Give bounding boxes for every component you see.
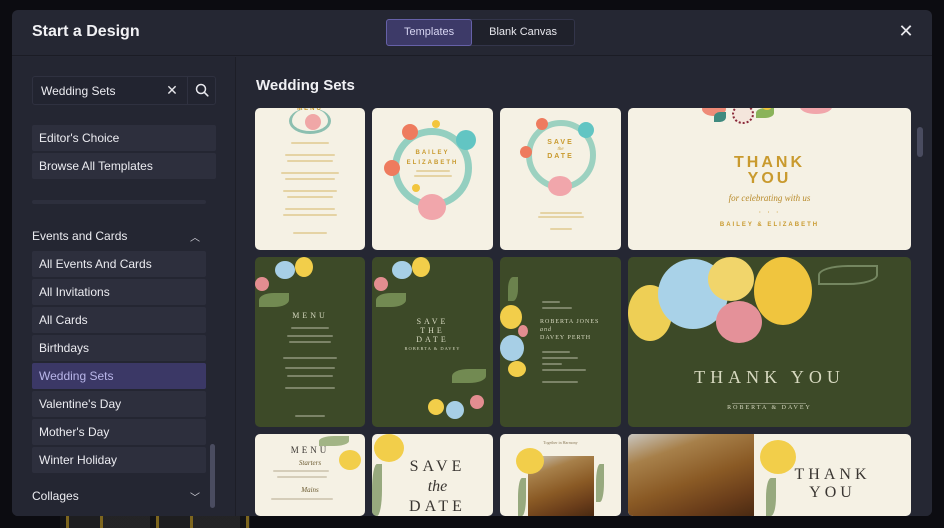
tab-blank-canvas[interactable]: Blank Canvas — [472, 20, 574, 45]
search-icon — [195, 83, 209, 97]
card-heading: MENU — [292, 311, 328, 320]
card-subheading: ELIZABETH — [406, 160, 459, 166]
sidebar-scrollbar[interactable] — [210, 444, 215, 508]
card-names: BAILEY & ELIZABETH — [719, 222, 820, 228]
card-third-line: DATE — [409, 498, 466, 515]
card-small: the — [557, 147, 564, 152]
chevron-down-icon: ﹀ — [190, 493, 200, 504]
card-subheading: DATE — [547, 153, 574, 160]
card-subheading: the — [427, 478, 448, 495]
template-grid: MENU BAILEY ELIZABETH SAVE the DATE THAN… — [255, 108, 911, 516]
card-script: Starters — [298, 459, 322, 467]
modal-title: Start a Design — [32, 23, 140, 40]
card-script: for celebrating with us — [728, 193, 811, 203]
sidebar-item-all-events-and-cards[interactable]: All Events And Cards — [32, 251, 206, 277]
template-card[interactable]: MENU Starters Mains — [255, 434, 365, 516]
card-heading: SAVE — [409, 458, 466, 475]
tab-templates[interactable]: Templates — [386, 19, 473, 46]
section-collages[interactable]: Collages ﹀ — [32, 489, 206, 509]
modal-header: Start a Design Templates Blank Canvas ✕ — [12, 10, 932, 56]
close-icon[interactable]: ✕ — [164, 82, 180, 100]
background-content — [60, 514, 250, 528]
template-card[interactable]: MENU — [255, 257, 365, 427]
card-heading: BAILEY — [415, 150, 450, 156]
card-third-line: DATE — [416, 335, 449, 344]
start-design-modal: Start a Design Templates Blank Canvas ✕ … — [12, 10, 932, 516]
card-heading: Together in Harmony — [543, 440, 578, 445]
template-card[interactable]: THANK YOU ROBERTA & DAVEY — [628, 257, 911, 427]
sidebar-item-browse-all[interactable]: Browse All Templates — [32, 153, 216, 179]
card-heading: THANK YOU — [694, 367, 845, 387]
sidebar-item-editors-choice[interactable]: Editor's Choice — [32, 125, 216, 151]
card-heading: SAVE — [547, 139, 574, 146]
content-scrollbar[interactable] — [917, 127, 923, 157]
card-heading: THANK — [794, 466, 871, 483]
mode-toggle: Templates Blank Canvas — [386, 19, 576, 46]
chevron-up-icon: ︿ — [190, 233, 200, 244]
section-events-and-cards[interactable]: Events and Cards ︿ — [32, 229, 206, 249]
template-card[interactable]: ROBERTA JONES and DAVEY PERTH — [500, 257, 621, 427]
sidebar-divider — [32, 200, 206, 204]
card-heading: MENU — [290, 445, 330, 455]
template-card[interactable]: BAILEY ELIZABETH — [372, 108, 493, 250]
category-sidebar: Wedding Sets ✕ Editor's Choice Browse Al… — [12, 57, 236, 516]
template-browser: Wedding Sets MENU BAILEY ELIZABETH SAVE … — [237, 57, 932, 516]
template-card[interactable]: THANK YOU — [628, 434, 911, 516]
search-box: Wedding Sets ✕ — [32, 76, 216, 105]
sidebar-item-valentines-day[interactable]: Valentine's Day — [32, 391, 206, 417]
template-card[interactable]: MENU — [255, 108, 365, 250]
sidebar-item-mothers-day[interactable]: Mother's Day — [32, 419, 206, 445]
card-subheading: and — [540, 327, 552, 333]
search-button[interactable] — [187, 77, 216, 104]
card-heading: SAVE — [416, 317, 449, 326]
card-subheading: YOU — [809, 484, 856, 501]
template-card[interactable]: SAVE the DATE — [372, 434, 493, 516]
card-heading: ROBERTA JONES — [540, 319, 600, 325]
close-icon[interactable]: ✕ — [898, 22, 914, 40]
card-script-2: Mains — [301, 486, 319, 494]
template-card[interactable]: SAVE THE DATE ROBERTA & DAVEY — [372, 257, 493, 427]
sidebar-item-birthdays[interactable]: Birthdays — [32, 335, 206, 361]
section-label: Collages — [32, 489, 79, 503]
sidebar-item-winter-holiday[interactable]: Winter Holiday — [32, 447, 206, 473]
card-heading: MENU — [297, 108, 323, 112]
sidebar-item-all-invitations[interactable]: All Invitations — [32, 279, 206, 305]
template-card[interactable]: Together in Harmony — [500, 434, 621, 516]
sidebar-item-wedding-sets[interactable]: Wedding Sets — [32, 363, 206, 389]
template-card[interactable]: SAVE the DATE — [500, 108, 621, 250]
card-names: ROBERTA & DAVEY — [727, 405, 812, 411]
template-card[interactable]: THANK YOU for celebrating with us · · · … — [628, 108, 911, 250]
sidebar-item-all-cards[interactable]: All Cards — [32, 307, 206, 333]
card-subheading: THE — [420, 326, 445, 335]
card-names: ROBERTA & DAVEY — [404, 346, 461, 351]
card-third-line: DAVEY PERTH — [540, 335, 592, 341]
content-title: Wedding Sets — [256, 77, 355, 94]
section-label: Events and Cards — [32, 229, 128, 243]
card-subheading: YOU — [747, 170, 792, 187]
search-input[interactable]: Wedding Sets — [41, 84, 116, 98]
